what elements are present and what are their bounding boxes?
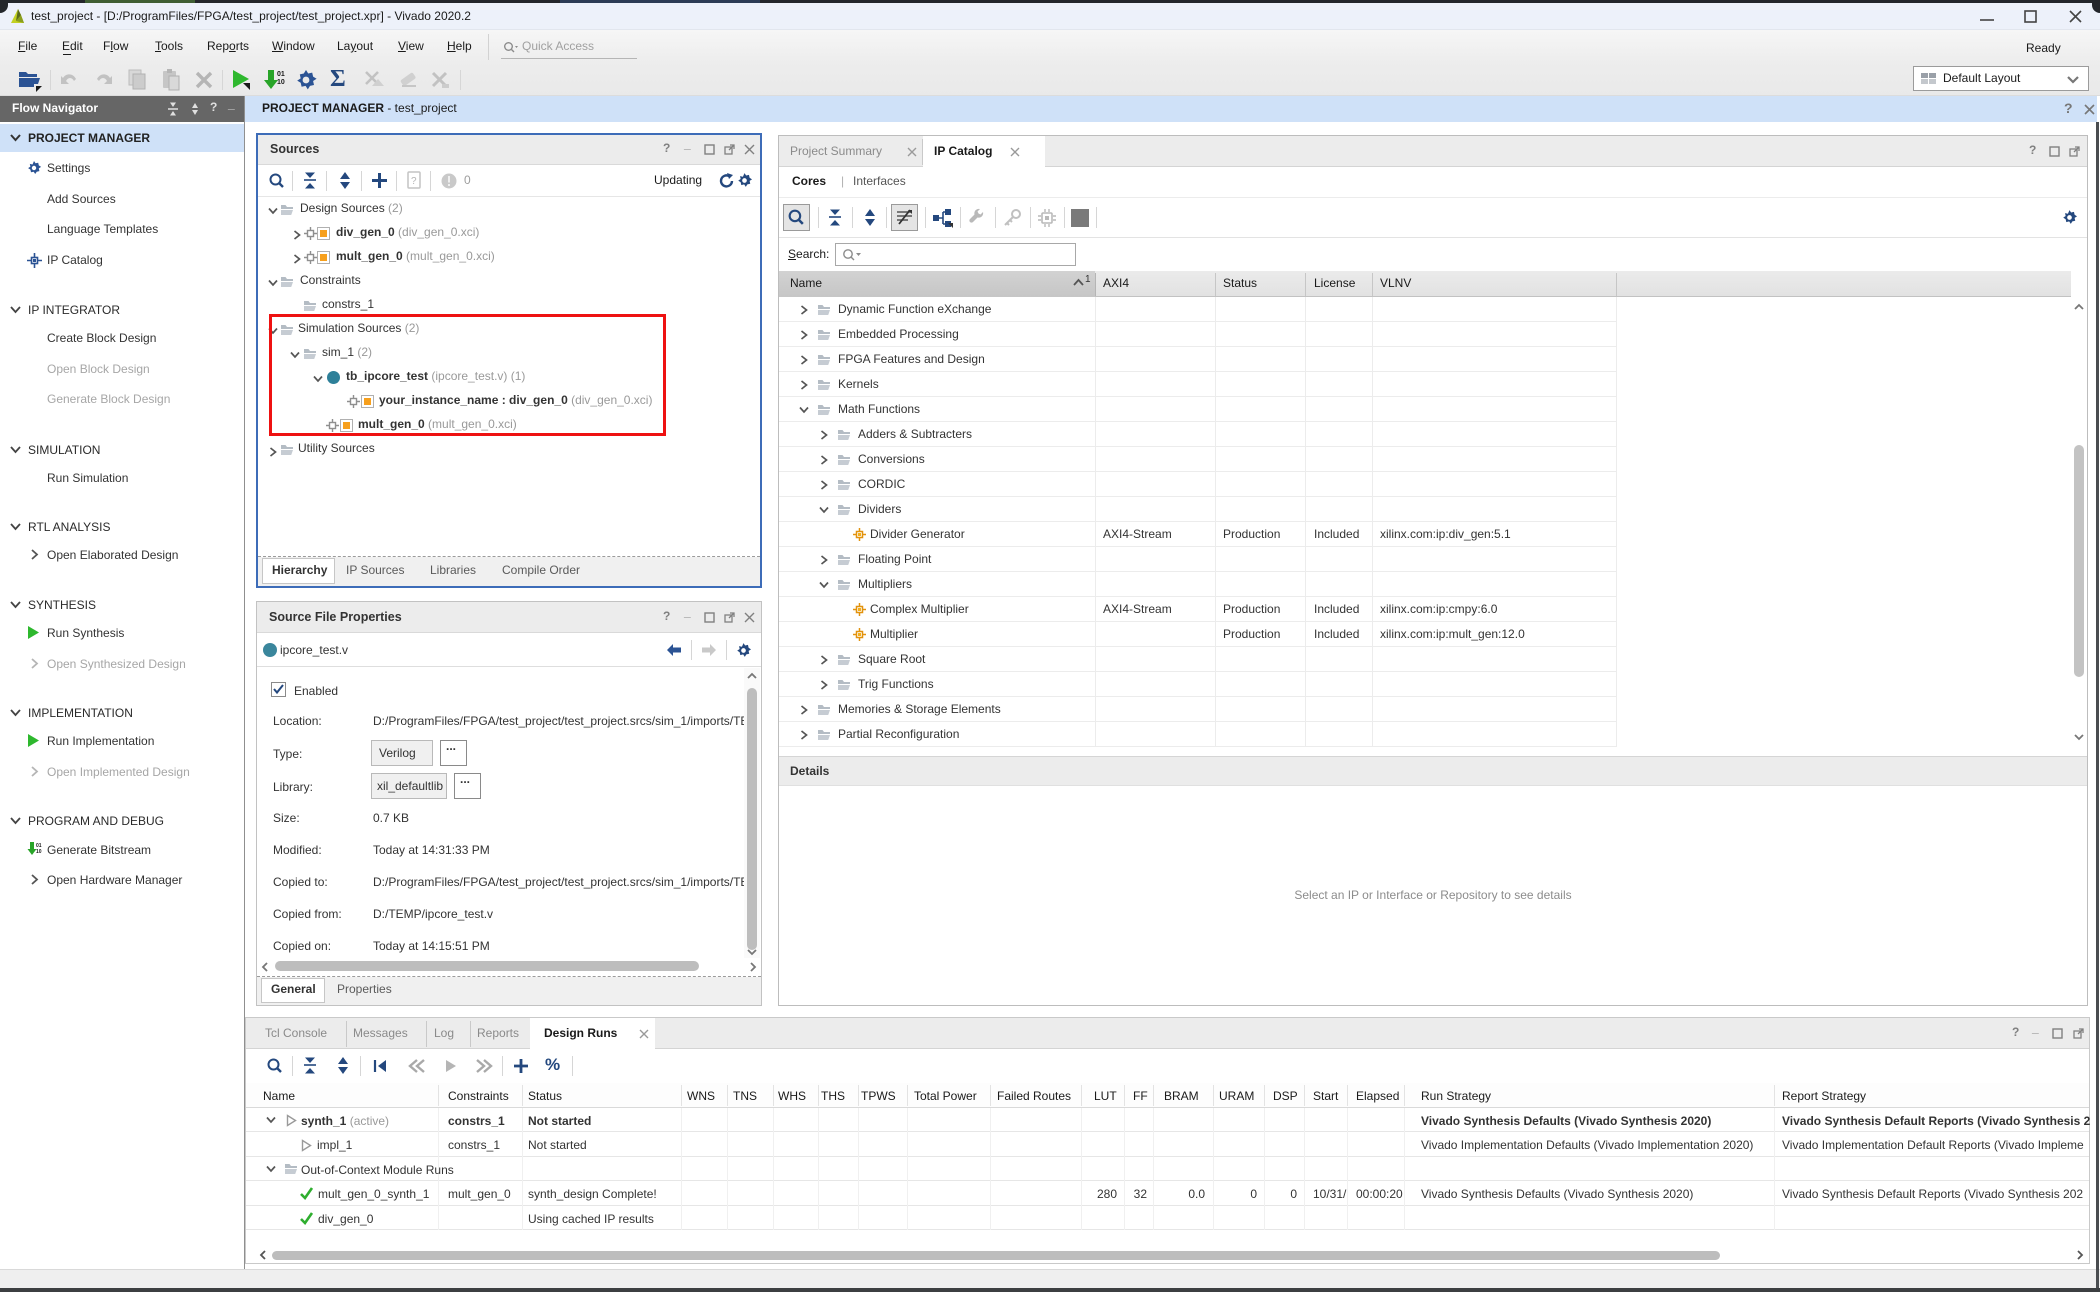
svg-text:10: 10 xyxy=(36,849,42,855)
svg-text:10: 10 xyxy=(277,79,285,86)
svg-text:?: ? xyxy=(411,176,417,187)
svg-text:01: 01 xyxy=(277,71,285,78)
